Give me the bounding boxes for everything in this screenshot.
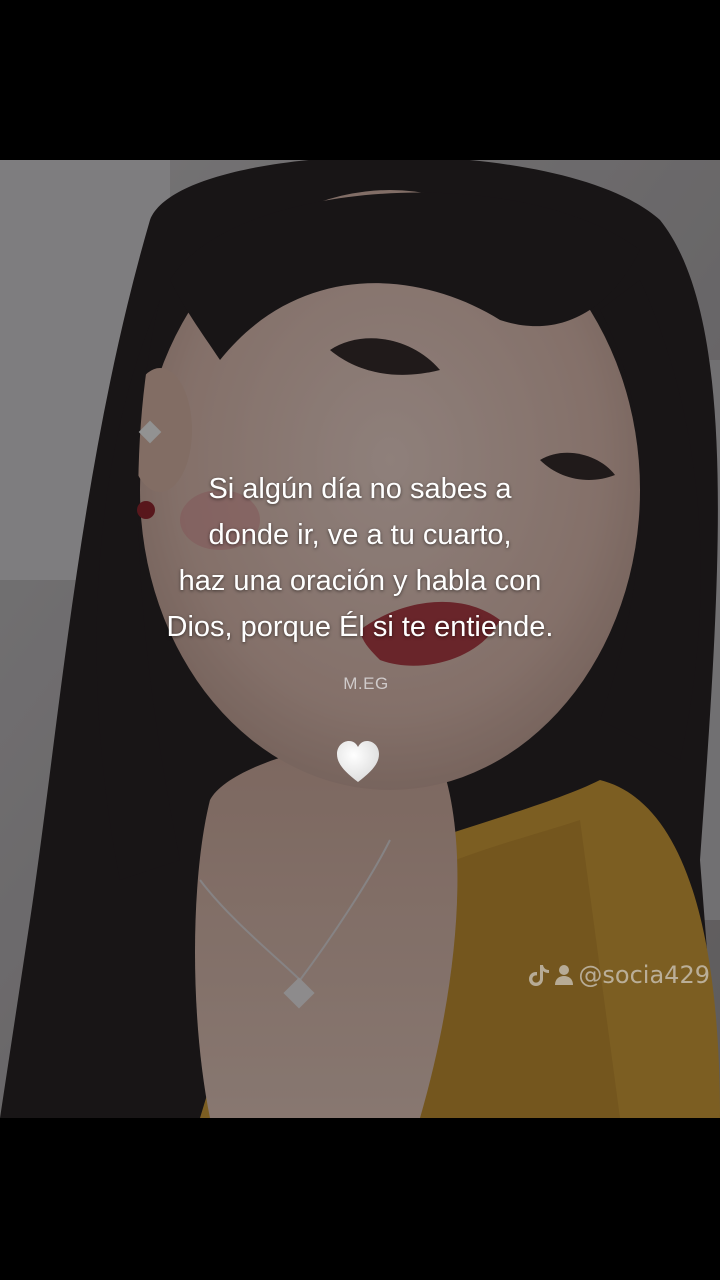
signature: M.EG bbox=[343, 674, 389, 693]
quote-line: Si algún día no sabes a bbox=[208, 473, 512, 505]
top-letterbox bbox=[0, 0, 720, 160]
watermark-handle: @socia429 bbox=[578, 961, 710, 989]
quote-line: haz una oración y habla con bbox=[178, 565, 542, 597]
white-heart-icon bbox=[337, 741, 379, 782]
quote-text: Si algún día no sabes a donde ir, ve a t… bbox=[0, 466, 720, 650]
person-icon bbox=[555, 965, 574, 985]
tiktok-logo-icon bbox=[529, 965, 550, 986]
background-photo: Si algún día no sabes a donde ir, ve a t… bbox=[0, 160, 720, 1118]
tiktok-watermark: @socia429 bbox=[528, 960, 710, 990]
bottom-letterbox bbox=[0, 1118, 720, 1280]
quote-line: donde ir, ve a tu cuarto, bbox=[208, 519, 512, 551]
quote-line: Dios, porque Él si te entiende. bbox=[166, 611, 554, 643]
